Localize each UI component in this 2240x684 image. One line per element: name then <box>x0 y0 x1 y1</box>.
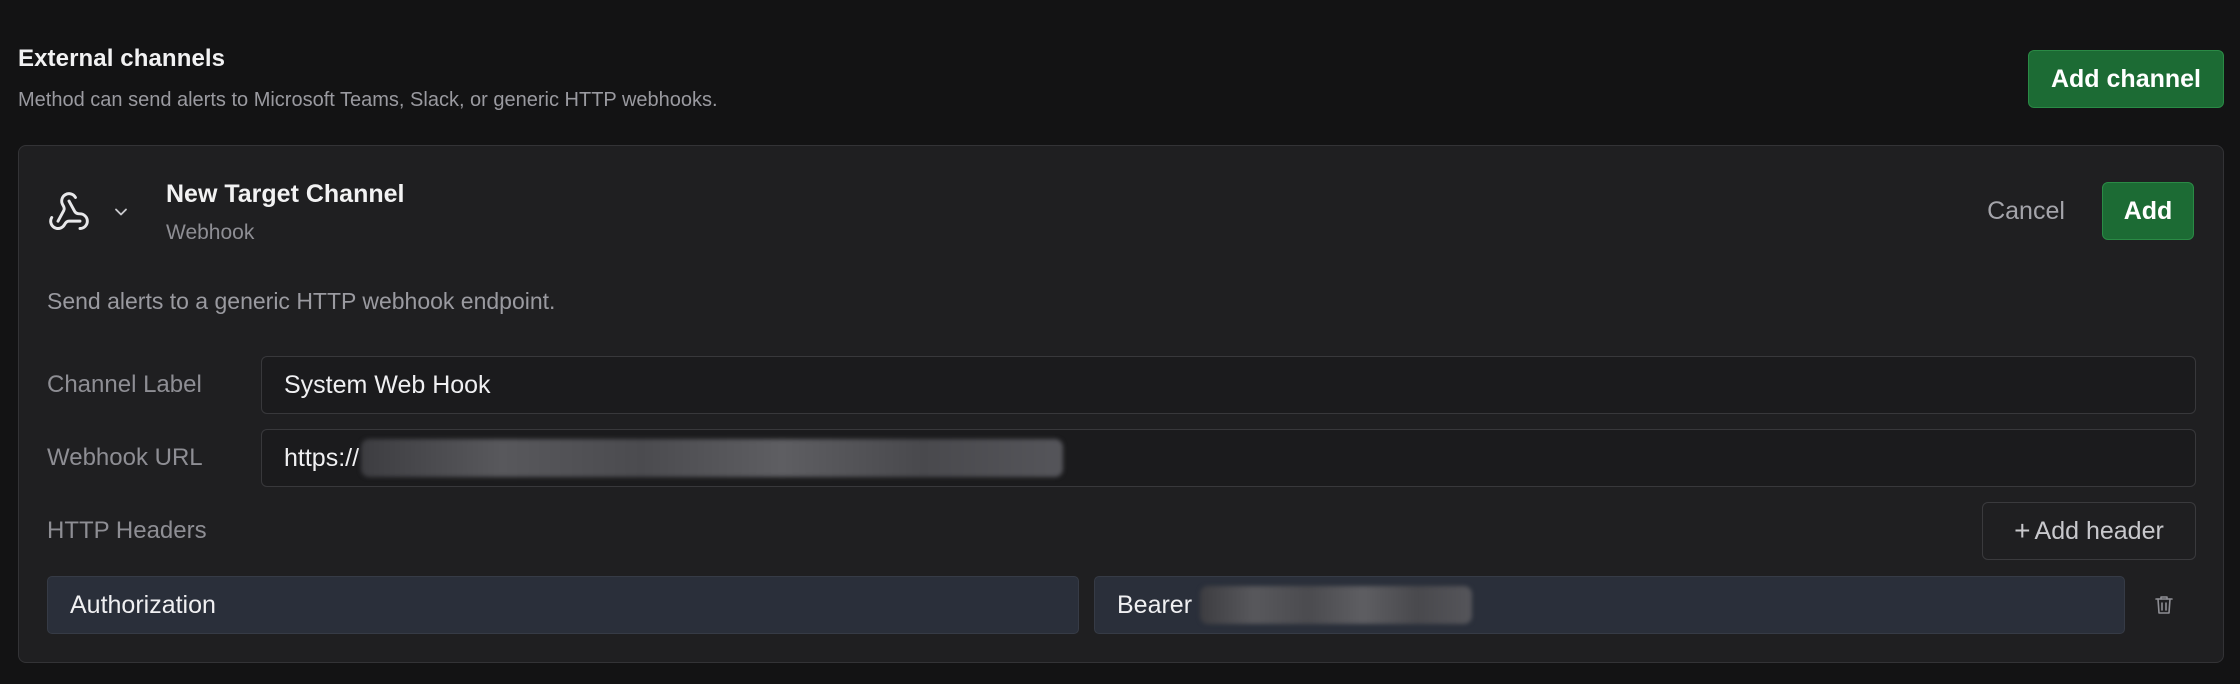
cancel-button[interactable]: Cancel <box>1971 182 2081 240</box>
add-button[interactable]: Add <box>2102 182 2194 240</box>
chevron-down-icon[interactable] <box>109 200 133 224</box>
channel-label-input[interactable]: System Web Hook <box>261 356 2196 414</box>
card-description: Send alerts to a generic HTTP webhook en… <box>47 288 556 314</box>
trash-icon <box>2155 596 2173 614</box>
header-value-prefix: Bearer <box>1117 590 1193 619</box>
channel-card: New Target Channel Webhook Cancel Add Se… <box>18 145 2224 663</box>
add-channel-button[interactable]: Add channel <box>2028 50 2224 108</box>
channel-label-label: Channel Label <box>47 371 202 398</box>
http-headers-label: HTTP Headers <box>47 517 207 544</box>
channel-name: New Target Channel <box>166 180 405 208</box>
header-key-value: Authorization <box>70 590 216 619</box>
plus-icon: + <box>2014 515 2031 546</box>
add-header-button[interactable]: + Add header <box>1982 502 2196 560</box>
add-header-label: Add header <box>2034 516 2164 545</box>
section-header: External channels Method can send alerts… <box>18 40 2224 120</box>
header-key-input[interactable]: Authorization <box>47 576 1079 634</box>
section-title: External channels <box>18 45 226 72</box>
channel-type: Webhook <box>166 221 255 244</box>
webhook-icon <box>45 188 93 236</box>
webhook-url-label: Webhook URL <box>47 444 203 471</box>
section-subtitle: Method can send alerts to Microsoft Team… <box>18 89 718 111</box>
redacted-token <box>1200 586 1473 624</box>
page: External channels Method can send alerts… <box>0 0 2240 684</box>
header-value-input[interactable]: Bearer <box>1094 576 2125 634</box>
webhook-url-input[interactable]: https:// <box>261 429 2196 487</box>
delete-header-button[interactable] <box>2149 590 2179 620</box>
redacted-url <box>361 439 1064 477</box>
webhook-url-prefix: https:// <box>284 443 360 472</box>
channel-label-value: System Web Hook <box>284 370 491 399</box>
